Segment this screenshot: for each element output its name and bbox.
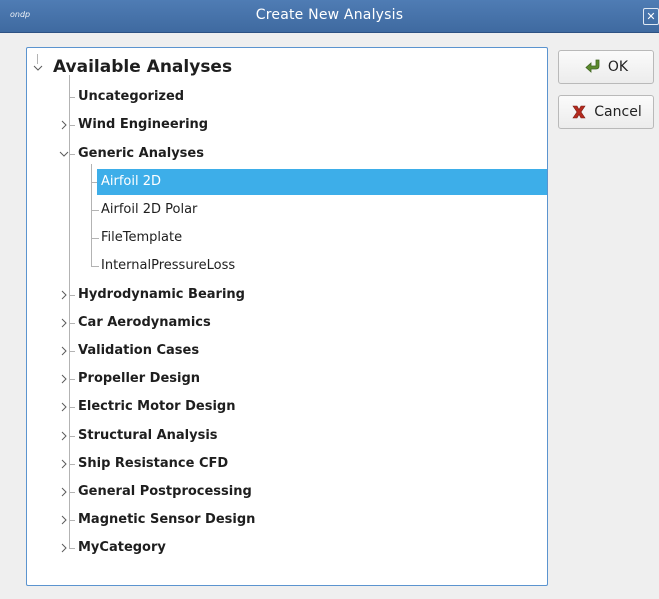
tree-analysis-item[interactable]: Airfoil 2D xyxy=(97,168,547,195)
tree-category-7[interactable]: Electric Motor Design xyxy=(78,395,236,419)
chevron-right-icon[interactable] xyxy=(59,120,69,130)
ok-button[interactable]: OK xyxy=(558,50,654,84)
chevron-right-icon[interactable] xyxy=(59,459,69,469)
x-mark-icon xyxy=(570,103,588,121)
tree-connector xyxy=(69,548,75,550)
tree-category-9[interactable]: Ship Resistance CFD xyxy=(78,452,228,476)
tree-analysis-label: InternalPressureLoss xyxy=(101,258,236,274)
tree-category-label: Validation Cases xyxy=(78,342,200,358)
tree-category-label: Uncategorized xyxy=(78,89,185,105)
tree-connector xyxy=(91,163,92,267)
chevron-down-icon[interactable] xyxy=(33,63,43,73)
tree-analysis-label: FileTemplate xyxy=(101,230,183,246)
tree-category-label: MyCategory xyxy=(78,540,166,556)
tree-category-label: General Postprocessing xyxy=(78,483,252,499)
tree-category-1[interactable]: Wind Engineering xyxy=(78,113,208,137)
tree-category-label: Car Aerodynamics xyxy=(78,314,211,330)
close-button[interactable]: ✕ xyxy=(643,8,659,25)
create-analysis-dialog: ondp Create New Analysis ✕ Available Ana… xyxy=(0,0,659,599)
chevron-right-icon[interactable] xyxy=(59,318,69,328)
tree-category-label: Ship Resistance CFD xyxy=(78,455,229,471)
chevron-right-icon[interactable] xyxy=(59,487,69,497)
tree-root-label: Available Analyses xyxy=(53,57,233,77)
chevron-right-icon[interactable] xyxy=(59,515,69,525)
cancel-label: Cancel xyxy=(594,104,642,120)
tree-connector xyxy=(91,266,99,268)
chevron-right-icon[interactable] xyxy=(59,431,69,441)
tree-analysis-item[interactable]: FileTemplate xyxy=(101,225,182,251)
check-arrow-icon xyxy=(584,58,602,76)
tree-category-2[interactable]: Generic Analyses xyxy=(78,142,204,166)
tree-category-3[interactable]: Hydrodynamic Bearing xyxy=(78,283,245,307)
chevron-down-icon[interactable] xyxy=(59,149,69,159)
tree-category-6[interactable]: Propeller Design xyxy=(78,367,200,391)
tree-analysis-label: Airfoil 2D xyxy=(101,173,162,189)
analysis-tree[interactable]: Available Analyses Uncategorized Wind Eng… xyxy=(26,47,548,586)
tree-category-label: Generic Analyses xyxy=(78,145,204,161)
chevron-right-icon[interactable] xyxy=(59,290,69,300)
tree-category-label: Electric Motor Design xyxy=(78,399,236,415)
tree-category-label: Structural Analysis xyxy=(78,427,218,443)
tree-category-11[interactable]: Magnetic Sensor Design xyxy=(78,508,255,532)
tree-category-5[interactable]: Validation Cases xyxy=(78,339,199,363)
chevron-right-icon[interactable] xyxy=(59,374,69,384)
tree-category-4[interactable]: Car Aerodynamics xyxy=(78,311,211,335)
chevron-right-icon[interactable] xyxy=(59,346,69,356)
cancel-button[interactable]: Cancel xyxy=(558,95,654,129)
tree-connector xyxy=(69,75,70,549)
chevron-right-icon[interactable] xyxy=(59,543,69,553)
chevron-right-icon[interactable] xyxy=(59,402,69,412)
tree-category-label: Hydrodynamic Bearing xyxy=(78,286,245,302)
tree-category-8[interactable]: Structural Analysis xyxy=(78,424,218,448)
tree-category-label: Magnetic Sensor Design xyxy=(78,512,256,528)
tree-connector xyxy=(91,238,99,240)
tree-analysis-item[interactable]: Airfoil 2D Polar xyxy=(101,197,197,223)
window-title: Create New Analysis xyxy=(255,7,404,23)
ok-label: OK xyxy=(607,59,629,75)
tree-category-label: Propeller Design xyxy=(78,371,201,387)
tree-category-12[interactable]: MyCategory xyxy=(78,536,166,560)
tree-analysis-label: Airfoil 2D Polar xyxy=(101,201,198,217)
tree-category-label: Wind Engineering xyxy=(78,117,209,133)
tree-category-10[interactable]: General Postprocessing xyxy=(78,480,252,504)
tree-connector xyxy=(91,209,99,211)
tree-category-0[interactable]: Uncategorized xyxy=(78,85,184,109)
tree-analysis-item[interactable]: InternalPressureLoss xyxy=(101,253,235,279)
title-bar[interactable]: ondp Create New Analysis ✕ xyxy=(0,0,659,33)
